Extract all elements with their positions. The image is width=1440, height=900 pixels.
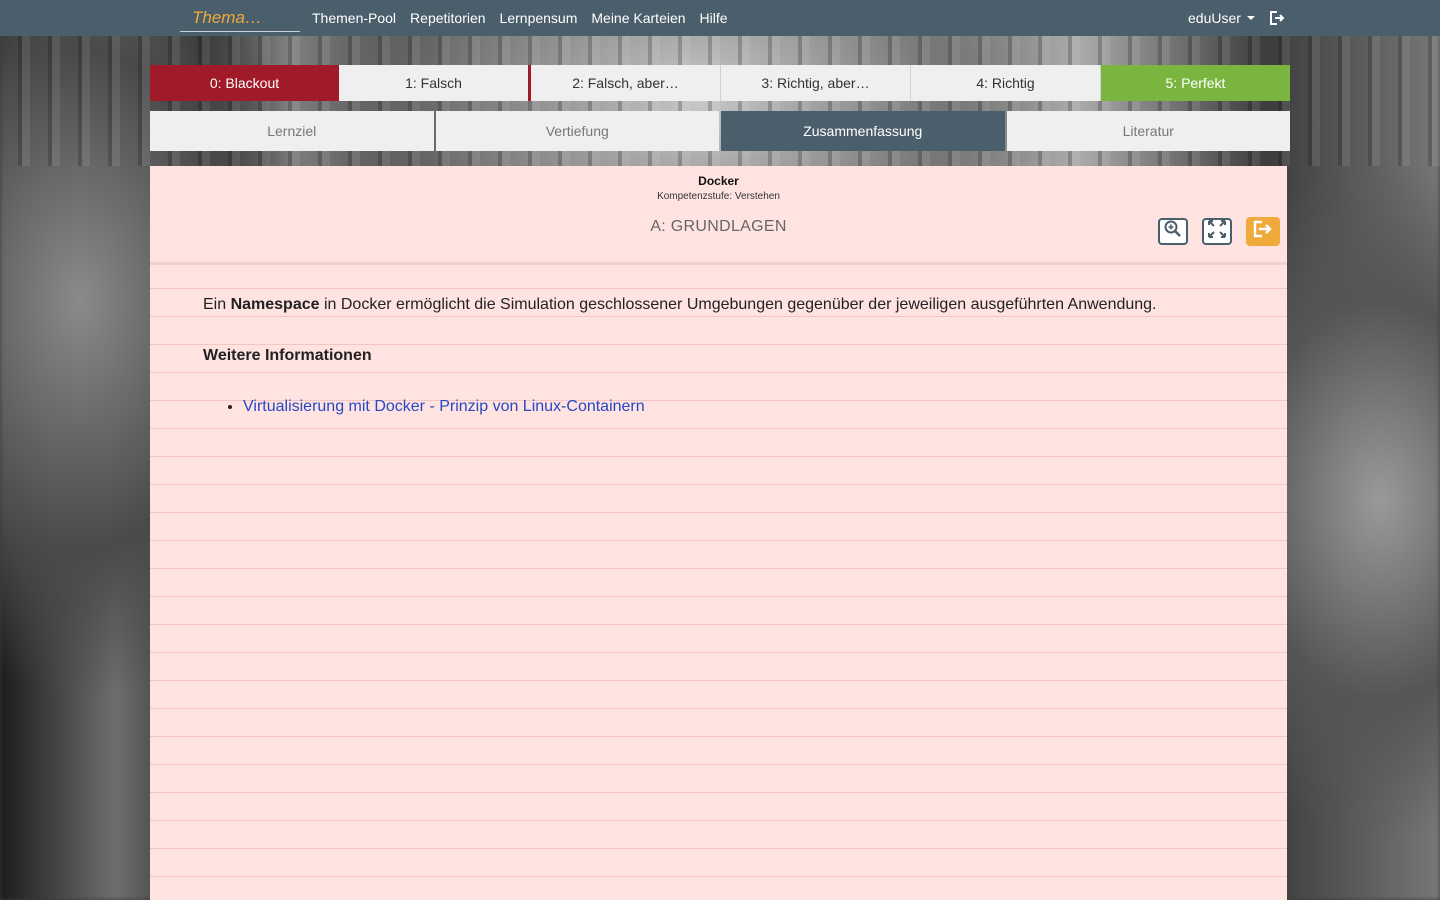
- fullscreen-icon: [1207, 219, 1227, 244]
- tab-zusammenfassung[interactable]: Zusammenfassung: [721, 111, 1005, 151]
- nav-meine-karteien[interactable]: Meine Karteien: [591, 0, 685, 36]
- nav-lernpensum[interactable]: Lernpensum: [500, 0, 578, 36]
- tab-lernziel[interactable]: Lernziel: [150, 111, 434, 151]
- rating-button-falsch[interactable]: 1: Falsch: [339, 65, 531, 101]
- fullscreen-button[interactable]: [1202, 218, 1232, 245]
- user-name: eduUser: [1188, 10, 1241, 26]
- list-item: Virtualisierung mit Docker - Prinzip von…: [243, 396, 1247, 418]
- card-section-title: A: GRUNDLAGEN: [650, 218, 787, 235]
- zoom-icon: [1163, 219, 1183, 244]
- rating-button-richtig[interactable]: 4: Richtig: [911, 65, 1101, 101]
- tab-literatur[interactable]: Literatur: [1006, 111, 1290, 151]
- rating-buttons: 0: Blackout 1: Falsch 2: Falsch, aber… 3…: [150, 65, 1290, 101]
- summary-keyword: Namespace: [230, 296, 320, 313]
- rating-button-falsch-aber[interactable]: 2: Falsch, aber…: [531, 65, 721, 101]
- card-side-tabs: Lernziel Vertiefung Zusammenfassung Lite…: [150, 111, 1290, 151]
- chevron-down-icon: [1246, 16, 1255, 20]
- summary-paragraph: Ein Namespace in Docker ermöglicht die S…: [203, 294, 1247, 316]
- nav-themen-pool[interactable]: Themen-Pool: [312, 0, 396, 36]
- rating-button-blackout[interactable]: 0: Blackout: [150, 65, 339, 101]
- further-info-links: Virtualisierung mit Docker - Prinzip von…: [203, 396, 1247, 418]
- rating-button-richtig-aber[interactable]: 3: Richtig, aber…: [721, 65, 911, 101]
- top-navbar: Thema… Themen-Pool Repetitorien Lernpens…: [0, 0, 1440, 36]
- card-title: Docker: [698, 174, 739, 188]
- brand-theme-selector[interactable]: Thema…: [180, 0, 300, 32]
- card-header: Docker Kompetenzstufe: Verstehen A: GRUN…: [150, 166, 1287, 265]
- further-info-link[interactable]: Virtualisierung mit Docker - Prinzip von…: [243, 398, 645, 415]
- summary-text-end: in Docker ermöglicht die Simulation gesc…: [319, 296, 1157, 313]
- card-content: Ein Namespace in Docker ermöglicht die S…: [203, 294, 1247, 418]
- zoom-button[interactable]: [1158, 218, 1188, 245]
- exit-button[interactable]: [1246, 217, 1280, 246]
- card-subtitle: Kompetenzstufe: Verstehen: [657, 191, 780, 202]
- nav-hilfe[interactable]: Hilfe: [700, 0, 728, 36]
- nav-repetitorien[interactable]: Repetitorien: [410, 0, 486, 36]
- summary-text-start: Ein: [203, 296, 231, 313]
- logout-icon[interactable]: [1268, 9, 1286, 27]
- nav-links: Themen-Pool Repetitorien Lernpensum Mein…: [312, 0, 742, 36]
- further-info-heading: Weitere Informationen: [203, 347, 372, 364]
- tab-vertiefung[interactable]: Vertiefung: [435, 111, 719, 151]
- exit-icon: [1251, 219, 1275, 244]
- user-menu[interactable]: eduUser: [1188, 0, 1255, 36]
- rating-button-perfekt[interactable]: 5: Perfekt: [1101, 65, 1290, 101]
- flashcard: Docker Kompetenzstufe: Verstehen A: GRUN…: [150, 166, 1287, 900]
